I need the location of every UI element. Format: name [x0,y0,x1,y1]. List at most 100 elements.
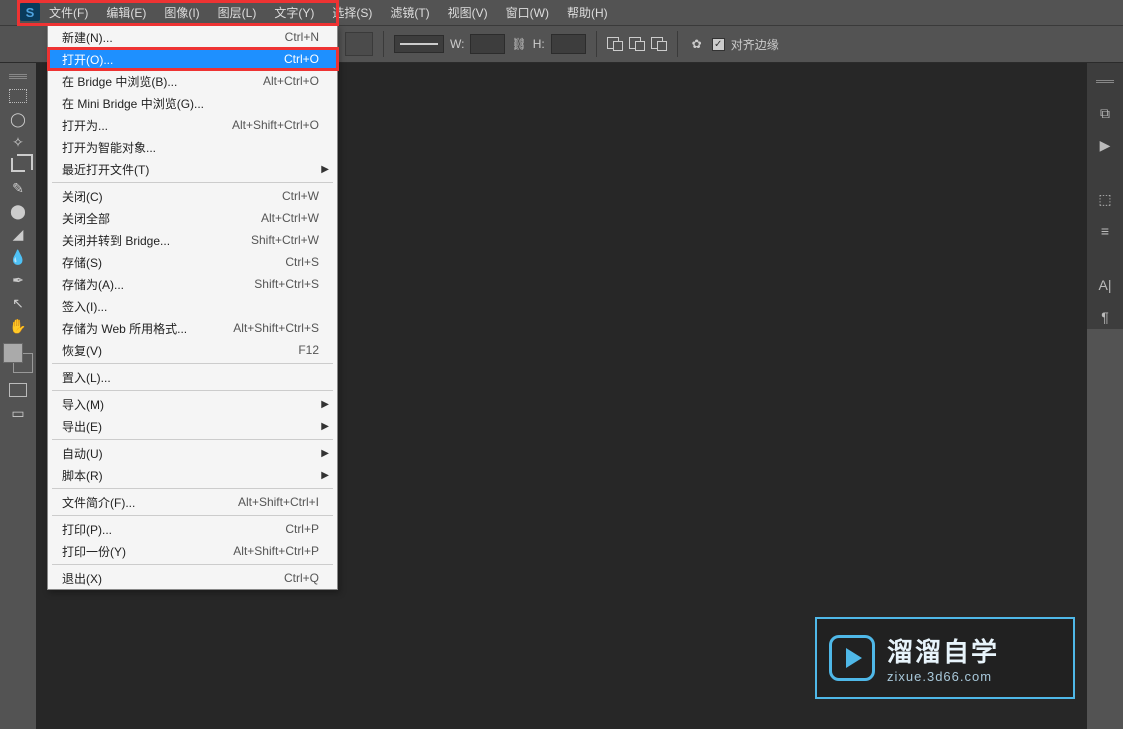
menu-select[interactable]: 选择(S) [323,1,381,24]
menu-item-shortcut: Ctrl+Q [284,571,319,585]
align-icon-3[interactable] [651,37,667,51]
menu-item[interactable]: 脚本(R)▶ [48,464,337,486]
menu-item-shortcut: Alt+Shift+Ctrl+O [232,118,319,132]
menu-item-shortcut: Shift+Ctrl+S [254,277,319,291]
menu-item[interactable]: 打印(P)...Ctrl+P [48,518,337,540]
tool-preset-icon[interactable] [345,32,373,56]
menu-item[interactable]: 存储为(A)... Shift+Ctrl+S [48,273,337,295]
menu-layer[interactable]: 图层(L) [209,1,266,24]
menu-item-label: 恢复(V) [62,342,102,359]
menu-item[interactable]: 打印一份(Y)Alt+Shift+Ctrl+P [48,540,337,562]
eraser-tool[interactable]: ◢ [4,223,32,245]
menu-item[interactable]: 在 Mini Bridge 中浏览(G)... [48,92,337,114]
hand-tool[interactable]: ✋ [4,315,32,337]
menu-item[interactable]: 关闭(C)Ctrl+W [48,185,337,207]
align-edges-label: 对齐边缘 [731,36,779,53]
menu-item-label: 在 Mini Bridge 中浏览(G)... [62,95,204,112]
align-edges-checkbox[interactable]: ✓ [712,38,725,51]
stroke-preview[interactable] [394,35,444,53]
link-icon[interactable]: ⛓ [511,37,526,51]
menu-item[interactable]: 存储为 Web 所用格式... Alt+Shift+Ctrl+S [48,317,337,339]
menu-item[interactable]: 在 Bridge 中浏览(B)... Alt+Ctrl+O [48,70,337,92]
menu-item[interactable]: 关闭并转到 Bridge...Shift+Ctrl+W [48,229,337,251]
menu-item-label: 存储为(A)... [62,276,124,293]
marquee-tool[interactable] [4,85,32,107]
panel-grip-icon[interactable] [1093,69,1117,93]
properties-panel-icon[interactable]: ⬚ [1093,187,1117,211]
menu-item[interactable]: 新建(N)... Ctrl+N [48,26,337,48]
width-label: W: [450,37,464,51]
menu-item-shortcut: Alt+Ctrl+O [263,74,319,88]
submenu-arrow-icon: ▶ [321,448,329,459]
width-input[interactable] [470,34,505,54]
blur-tool[interactable]: 💧 [4,246,32,268]
menu-item-label: 新建(N)... [62,29,113,46]
menu-item-label: 打开(O)... [62,51,113,68]
screen-mode-tool[interactable]: ▭ [4,402,32,424]
submenu-arrow-icon: ▶ [321,421,329,432]
brush-tool[interactable]: ⬤ [4,200,32,222]
menu-item-label: 退出(X) [62,570,102,587]
menu-item-shortcut: Alt+Shift+Ctrl+S [233,321,319,335]
menu-type[interactable]: 文字(Y) [265,1,323,24]
menu-view[interactable]: 视图(V) [439,1,497,24]
pen-tool[interactable]: ✒ [4,269,32,291]
menu-item-label: 签入(I)... [62,298,107,315]
path-select-tool[interactable]: ↖ [4,292,32,314]
character-panel-icon[interactable]: A| [1093,273,1117,297]
menu-item-label: 脚本(R) [62,467,103,484]
menu-image[interactable]: 图像(I) [155,1,208,24]
menu-item-shortcut: Ctrl+N [285,30,319,44]
menu-item[interactable]: 打开(O)...Ctrl+O [48,48,337,70]
menu-item[interactable]: 签入(I)... [48,295,337,317]
menu-item[interactable]: 退出(X) Ctrl+Q [48,567,337,589]
menu-bar: 文件(F) 编辑(E) 图像(I) 图层(L) 文字(Y) 选择(S) 滤镜(T… [0,0,1123,25]
lasso-tool[interactable]: ◯ [4,108,32,130]
menu-item-label: 存储(S) [62,254,102,271]
quickmask-tool[interactable] [4,379,32,401]
menu-item[interactable]: 打开为...Alt+Shift+Ctrl+O [48,114,337,136]
menu-item[interactable]: 置入(L)... [48,366,337,388]
menu-item[interactable]: 最近打开文件(T)▶ [48,158,337,180]
paragraph-panel-icon[interactable]: ¶ [1093,305,1117,329]
menu-divider [52,564,333,565]
menu-file[interactable]: 文件(F) [40,1,97,24]
height-input[interactable] [551,34,586,54]
menu-item-label: 在 Bridge 中浏览(B)... [62,73,177,90]
color-swatches[interactable] [3,343,33,373]
menu-item[interactable]: 存储(S)Ctrl+S [48,251,337,273]
toolbar-grip[interactable] [4,68,32,84]
history-panel-icon[interactable]: ⧉ [1093,101,1117,125]
wand-tool[interactable]: ✧ [4,131,32,153]
menu-item[interactable]: 自动(U)▶ [48,442,337,464]
menu-item-label: 关闭全部 [62,210,110,227]
submenu-arrow-icon: ▶ [321,164,329,175]
crop-tool[interactable] [4,154,32,176]
separator [596,31,597,57]
menu-item[interactable]: 文件简介(F)...Alt+Shift+Ctrl+I [48,491,337,513]
separator [383,31,384,57]
menu-item-label: 存储为 Web 所用格式... [62,320,187,337]
menu-item-label: 打印(P)... [62,521,112,538]
adjustments-panel-icon[interactable]: ≡ [1093,219,1117,243]
menu-item[interactable]: 恢复(V)F12 [48,339,337,361]
menu-item[interactable]: 导出(E)▶ [48,415,337,437]
eyedropper-tool[interactable]: ✎ [4,177,32,199]
menu-help[interactable]: 帮助(H) [558,1,617,24]
menu-item[interactable]: 导入(M)▶ [48,393,337,415]
menu-item-label: 导入(M) [62,396,104,413]
align-icon-1[interactable] [607,37,623,51]
menu-item-label: 关闭(C) [62,188,103,205]
align-icon-2[interactable] [629,37,645,51]
height-label: H: [533,37,545,51]
menu-window[interactable]: 窗口(W) [497,1,558,24]
menu-item-label: 文件简介(F)... [62,494,135,511]
actions-panel-icon[interactable]: ▶ [1093,133,1117,157]
gear-icon[interactable]: ✿ [688,35,706,53]
menu-edit[interactable]: 编辑(E) [97,1,155,24]
menu-filter[interactable]: 滤镜(T) [381,1,438,24]
menu-item[interactable]: 关闭全部Alt+Ctrl+W [48,207,337,229]
menu-divider [52,515,333,516]
menu-item[interactable]: 打开为智能对象... [48,136,337,158]
file-menu-dropdown: 新建(N)...Ctrl+N打开(O)...Ctrl+O在 Bridge 中浏览… [47,25,338,590]
